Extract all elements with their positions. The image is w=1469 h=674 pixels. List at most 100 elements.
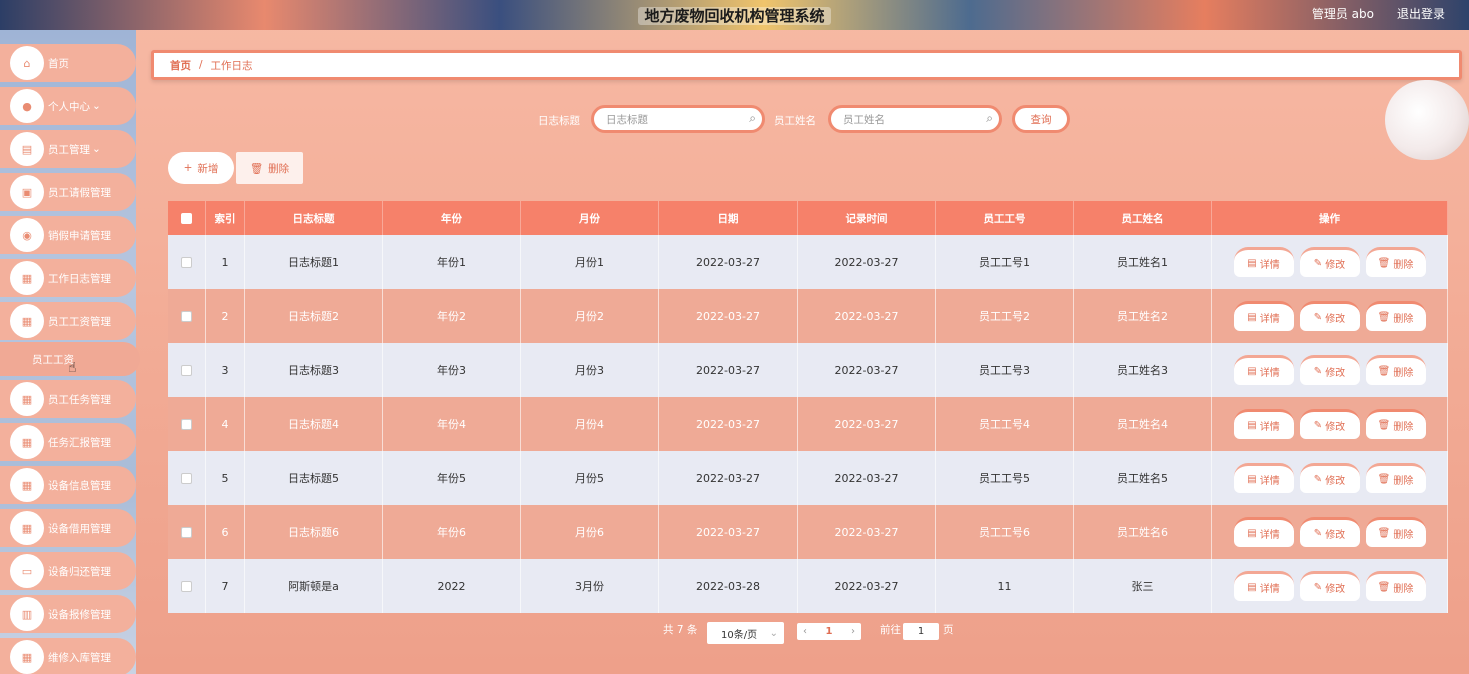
row-checkbox[interactable] [181, 364, 192, 376]
page-unit-label: 页 [943, 624, 954, 636]
sidebar-item-13[interactable]: ▦ 维修入库管理 [0, 638, 136, 674]
sidebar-item-1[interactable]: ● 个人中心 ⌄ [0, 87, 136, 125]
edit-button[interactable]: ✎ 修改 [1299, 571, 1360, 601]
detail-button[interactable]: ▤ 详情 [1233, 247, 1294, 277]
delete-button[interactable]: 🗑 删除 [1365, 409, 1426, 439]
pencil-icon: ✎ [1313, 582, 1323, 593]
table-cell: 员工姓名3 [1074, 343, 1212, 397]
sidebar-item-label: 员工请假管理 [48, 186, 111, 199]
table-cell: 7 [206, 559, 245, 613]
page-size-select[interactable]: 10条/页 ⌄ [707, 622, 784, 644]
table-cell: 年份1 [383, 235, 521, 289]
table-cell: 2022-03-27 [659, 289, 798, 343]
table-cell: 2022-03-27 [798, 289, 936, 343]
sidebar-item-3[interactable]: ▣ 员工请假管理 [0, 173, 136, 211]
add-button-label: 新增 [197, 162, 219, 175]
list-icon: ▤ [10, 132, 44, 166]
edit-button[interactable]: ✎ 修改 [1299, 463, 1360, 493]
search-icon: ⌕ [986, 111, 993, 125]
trash-icon: 🗑 [249, 162, 264, 175]
column-header: 记录时间 [798, 201, 936, 235]
table-cell: 员工姓名6 [1074, 505, 1212, 559]
delete-label: 删除 [1393, 530, 1414, 541]
delete-button[interactable]: 🗑 删除 [1365, 571, 1426, 601]
edit-button[interactable]: ✎ 修改 [1299, 409, 1360, 439]
doc-icon: ▤ [1247, 258, 1257, 269]
detail-button[interactable]: ▤ 详情 [1233, 355, 1294, 385]
goto-page-input[interactable]: 1 [903, 623, 939, 640]
prev-page-icon[interactable]: ‹ [803, 626, 807, 637]
detail-button[interactable]: ▤ 详情 [1233, 571, 1294, 601]
column-header: 员工工号 [936, 201, 1074, 235]
edit-label: 修改 [1325, 422, 1346, 433]
sidebar-item-8[interactable]: ▦ 任务汇报管理 [0, 423, 136, 461]
row-checkbox[interactable] [181, 580, 192, 592]
sidebar-item-12[interactable]: ▥ 设备报修管理 [0, 595, 136, 633]
chevron-down-icon: ⌄ [769, 627, 778, 639]
query-button[interactable]: 查询 [1012, 105, 1070, 133]
header-select-all[interactable] [168, 201, 206, 235]
sidebar-item-5[interactable]: ▦ 工作日志管理 [0, 259, 136, 297]
sidebar-item-6[interactable]: ▦ 员工工资管理 [0, 302, 136, 340]
detail-button[interactable]: ▤ 详情 [1233, 463, 1294, 493]
edit-button[interactable]: ✎ 修改 [1299, 355, 1360, 385]
table-row: 3 日志标题3 年份3 月份3 2022-03-27 2022-03-27 员工工号3 员工姓… [168, 343, 1448, 397]
table-cell: 员工工号3 [936, 343, 1074, 397]
edit-button[interactable]: ✎ 修改 [1299, 517, 1360, 547]
delete-button[interactable]: 🗑 删除 [1365, 463, 1426, 493]
decorative-ball [1385, 80, 1469, 160]
row-checkbox[interactable] [181, 418, 192, 430]
row-checkbox[interactable] [181, 472, 192, 484]
sidebar-item-4[interactable]: ◉ 销假申请管理 [0, 216, 136, 254]
trash-icon: 🗑 [1377, 258, 1391, 269]
chat-icon: ▭ [10, 554, 44, 588]
table-cell: 员工工号5 [936, 451, 1074, 505]
delete-label: 删除 [1393, 260, 1414, 271]
edit-button[interactable]: ✎ 修改 [1299, 301, 1360, 331]
current-page[interactable]: 1 [826, 626, 833, 637]
detail-label: 详情 [1259, 422, 1280, 433]
detail-label: 详情 [1259, 260, 1280, 271]
delete-button[interactable]: 🗑 删除 [1365, 517, 1426, 547]
title-search-input[interactable]: 日志标题 ⌕ [591, 105, 765, 133]
column-header: 操作 [1212, 201, 1448, 235]
pencil-icon: ✎ [1313, 474, 1323, 485]
breadcrumb-home[interactable]: 首页 [170, 58, 191, 73]
delete-button[interactable]: 🗑 删除 [1365, 301, 1426, 331]
sidebar-item-7[interactable]: ▦ 员工任务管理 [0, 380, 136, 418]
add-button[interactable]: + 新增 [168, 152, 234, 184]
sidebar-item-2[interactable]: ▤ 员工管理 ⌄ [0, 130, 136, 168]
sidebar-item-label: 首页 [48, 57, 69, 70]
delete-button[interactable]: 🗑 删除 [1365, 355, 1426, 385]
row-checkbox[interactable] [181, 526, 192, 538]
row-checkbox[interactable] [181, 310, 192, 322]
detail-button[interactable]: ▤ 详情 [1233, 517, 1294, 547]
detail-button[interactable]: ▤ 详情 [1233, 301, 1294, 331]
logout-link[interactable]: 退出登录 [1397, 5, 1445, 22]
delete-button[interactable]: 🗑 删除 [1365, 247, 1426, 277]
checkbox-icon[interactable] [181, 212, 192, 224]
detail-label: 详情 [1259, 368, 1280, 379]
name-search-label: 员工姓名 [774, 115, 816, 127]
detail-button[interactable]: ▤ 详情 [1233, 409, 1294, 439]
sidebar-item-11[interactable]: ▭ 设备归还管理 [0, 552, 136, 590]
table-cell: 3 [206, 343, 245, 397]
sidebar-item-9[interactable]: ▦ 设备信息管理 [0, 466, 136, 504]
edit-button[interactable]: ✎ 修改 [1299, 247, 1360, 277]
table-row: 4 日志标题4 年份4 月份4 2022-03-27 2022-03-27 员工工号4 员工姓… [168, 397, 1448, 451]
next-page-icon[interactable]: › [851, 626, 855, 637]
name-search-input[interactable]: 员工姓名 ⌕ [828, 105, 1002, 133]
row-actions: ▤ 详情 ✎ 修改 🗑 删除 [1212, 397, 1448, 451]
sidebar-item-0[interactable]: ⌂ 首页 [0, 44, 136, 82]
bulk-delete-label: 删除 [268, 162, 290, 175]
row-checkbox[interactable] [181, 256, 192, 268]
table-cell: 日志标题4 [245, 397, 383, 451]
grid-icon: ▦ [10, 511, 44, 545]
sidebar-item-label: 设备报修管理 [48, 608, 111, 621]
sidebar-item-10[interactable]: ▦ 设备借用管理 [0, 509, 136, 547]
home-icon: ⌂ [10, 46, 44, 80]
table-cell: 2022-03-27 [659, 235, 798, 289]
bulk-delete-button[interactable]: 🗑 删除 [236, 152, 303, 184]
detail-label: 详情 [1259, 476, 1280, 487]
delete-label: 删除 [1393, 584, 1414, 595]
